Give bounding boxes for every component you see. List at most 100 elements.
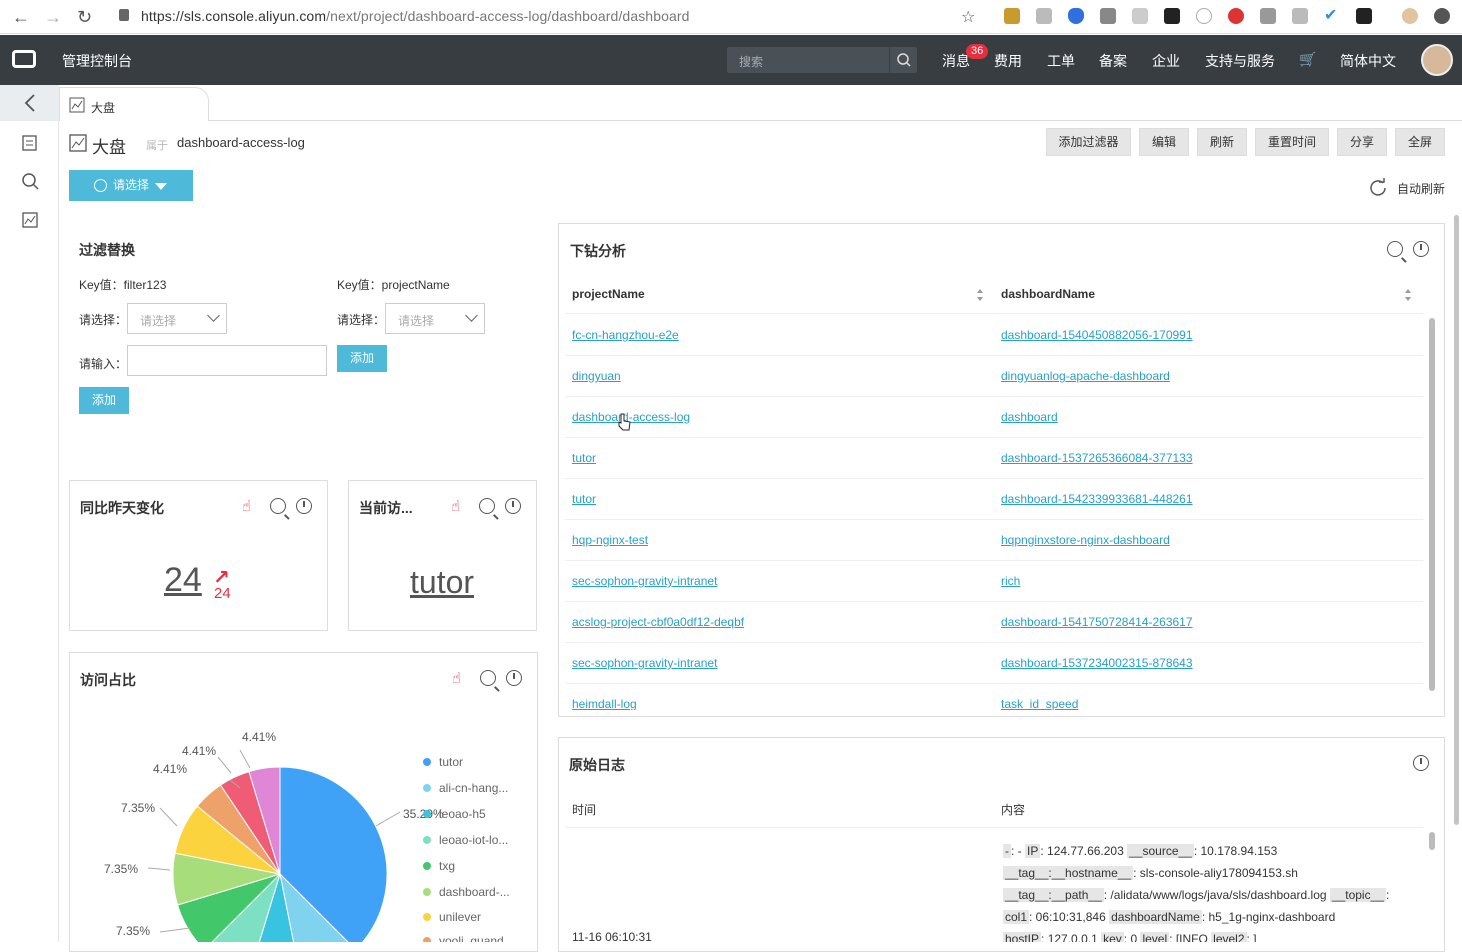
clock-icon[interactable] (1413, 241, 1429, 257)
react-devtools-icon[interactable] (1164, 8, 1180, 24)
search-icon[interactable] (480, 670, 496, 686)
project-link[interactable]: sec-sophon-gravity-intranet (572, 656, 717, 670)
project-link[interactable]: acslog-project-cbf0a0df12-deqbf (572, 615, 744, 629)
legend-item[interactable]: leoao-h5 (423, 807, 486, 821)
angular-icon[interactable] (1292, 8, 1308, 24)
filter-value-input[interactable] (127, 345, 327, 376)
search-input[interactable]: 搜索 (739, 53, 763, 70)
fullscreen-button[interactable]: 全屏 (1395, 128, 1445, 156)
profile-icon[interactable] (1402, 8, 1418, 24)
filter-select-2[interactable]: 请选择 (385, 303, 485, 334)
logstore-icon[interactable] (20, 133, 40, 153)
menu-icon[interactable] (1434, 8, 1450, 24)
filter-select-1[interactable]: 请选择 (127, 303, 227, 334)
column-projectname[interactable]: projectName (572, 287, 645, 301)
reload-icon[interactable]: ↻ (77, 7, 92, 28)
extension-icon[interactable] (1100, 8, 1116, 24)
extension-icon[interactable] (1228, 8, 1244, 24)
legend-item[interactable]: tutor (423, 755, 463, 769)
legend-item[interactable]: txg (423, 859, 455, 873)
shield-extension-icon[interactable] (1068, 8, 1084, 24)
dashboard-link[interactable]: dashboard-1537234002315-878643 (1001, 656, 1193, 670)
extension-icon[interactable] (1132, 8, 1148, 24)
nav-enterprise[interactable]: 企业 (1152, 51, 1180, 71)
clock-icon[interactable] (1413, 755, 1429, 771)
project-link[interactable]: tutor (572, 492, 596, 506)
nav-icp[interactable]: 备案 (1099, 51, 1127, 71)
dashboard-link[interactable]: dashboard-1537265366084-377133 (1001, 451, 1193, 465)
dashboard-link[interactable]: dashboard-1541750728414-263617 (1001, 615, 1193, 629)
address-bar[interactable]: https://sls.console.aliyun.com/next/proj… (141, 8, 690, 24)
sort-icon[interactable] (1404, 288, 1412, 302)
scrollbar[interactable] (1429, 832, 1435, 850)
auto-refresh-toggle[interactable]: 自动刷新 (1397, 180, 1445, 197)
refresh-button[interactable]: 刷新 (1197, 128, 1247, 156)
clock-icon[interactable] (296, 498, 312, 514)
aliyun-logo-icon[interactable] (12, 50, 36, 68)
dashboard-link[interactable]: dashboard (1001, 410, 1058, 424)
extension-icon[interactable] (1036, 8, 1052, 24)
legend-item[interactable]: yooli_guand... (423, 934, 514, 942)
search-icon[interactable] (889, 47, 917, 73)
back-icon[interactable]: ← (12, 7, 30, 28)
edit-button[interactable]: 编辑 (1139, 128, 1189, 156)
check-extension-icon[interactable]: ✔ (1324, 5, 1340, 24)
extension-icon[interactable] (1004, 8, 1020, 24)
page-scrollbar[interactable] (1454, 215, 1459, 825)
drilldown-hand-icon[interactable]: ☝ (242, 497, 251, 515)
add-filter-row-button[interactable]: 添加 (79, 387, 129, 414)
avatar[interactable] (1421, 44, 1453, 76)
current-value[interactable]: tutor (410, 564, 474, 601)
search-icon[interactable] (1387, 241, 1403, 257)
project-link[interactable]: tutor (572, 451, 596, 465)
extension-icon[interactable] (1356, 8, 1372, 24)
nav-support[interactable]: 支持与服务 (1205, 51, 1275, 71)
dashboard-link[interactable]: dingyuanlog-apache-dashboard (1001, 369, 1170, 383)
nav-language[interactable]: 简体中文 (1340, 51, 1396, 71)
legend-item[interactable]: unilever (423, 910, 481, 924)
legend-item[interactable]: ali-cn-hang... (423, 781, 508, 795)
dashboard-link[interactable]: task_id_speed (1001, 697, 1078, 710)
console-title[interactable]: 管理控制台 (62, 51, 132, 71)
share-button[interactable]: 分享 (1337, 128, 1387, 156)
nav-tickets[interactable]: 工单 (1047, 51, 1075, 71)
legend-item[interactable]: dashboard-... (423, 885, 510, 899)
project-link[interactable]: dingyuan (572, 369, 621, 383)
clock-icon[interactable] (505, 498, 521, 514)
tab-dashboard[interactable]: 大盘 (59, 87, 209, 121)
add-value-button[interactable]: 添加 (337, 345, 387, 372)
dashboard-link[interactable]: dashboard-1542339933681-448261 (1001, 492, 1193, 506)
extension-icon[interactable] (1260, 8, 1276, 24)
time-range-select[interactable]: 请选择 (69, 170, 193, 201)
cart-icon[interactable]: 🛒 (1299, 51, 1316, 68)
dashboard-link[interactable]: hqpnginxstore-nginx-dashboard (1001, 533, 1170, 547)
drilldown-hand-icon[interactable]: ☝ (451, 497, 460, 515)
forward-icon[interactable]: → (44, 7, 62, 28)
yoy-value[interactable]: 24 (164, 561, 202, 600)
global-search[interactable]: 搜索 (727, 47, 917, 73)
sort-icon[interactable] (976, 288, 984, 302)
nav-billing[interactable]: 费用 (994, 51, 1022, 71)
project-link[interactable]: sec-sophon-gravity-intranet (572, 574, 717, 588)
drilldown-hand-icon[interactable]: ☝ (452, 669, 461, 687)
dashboard-link[interactable]: rich (1001, 574, 1020, 588)
scrollbar[interactable] (1429, 318, 1435, 691)
legend-item[interactable]: leoao-iot-lo... (423, 833, 508, 847)
bookmark-star-icon[interactable]: ☆ (961, 7, 975, 27)
column-dashboardname[interactable]: dashboardName (1001, 287, 1095, 301)
project-link[interactable]: fc-cn-hangzhou-e2e (572, 328, 679, 342)
sidebar-collapse-button[interactable] (0, 85, 59, 121)
reset-time-button[interactable]: 重置时间 (1255, 128, 1329, 156)
refresh-icon[interactable] (1368, 177, 1388, 197)
extension-icon[interactable] (1196, 8, 1212, 24)
search-icon[interactable] (270, 498, 286, 514)
clock-icon[interactable] (506, 670, 522, 686)
project-link[interactable]: heimdall-log (572, 697, 637, 710)
dashboard-link[interactable]: dashboard-1540450882056-170991 (1001, 328, 1193, 342)
project-link[interactable]: hqp-nginx-test (572, 533, 648, 547)
search-icon[interactable] (479, 498, 495, 514)
breadcrumb-project[interactable]: dashboard-access-log (177, 135, 305, 150)
dashboard-icon[interactable] (20, 210, 40, 230)
search-icon[interactable] (20, 171, 40, 191)
add-filter-button[interactable]: 添加过滤器 (1046, 128, 1131, 156)
